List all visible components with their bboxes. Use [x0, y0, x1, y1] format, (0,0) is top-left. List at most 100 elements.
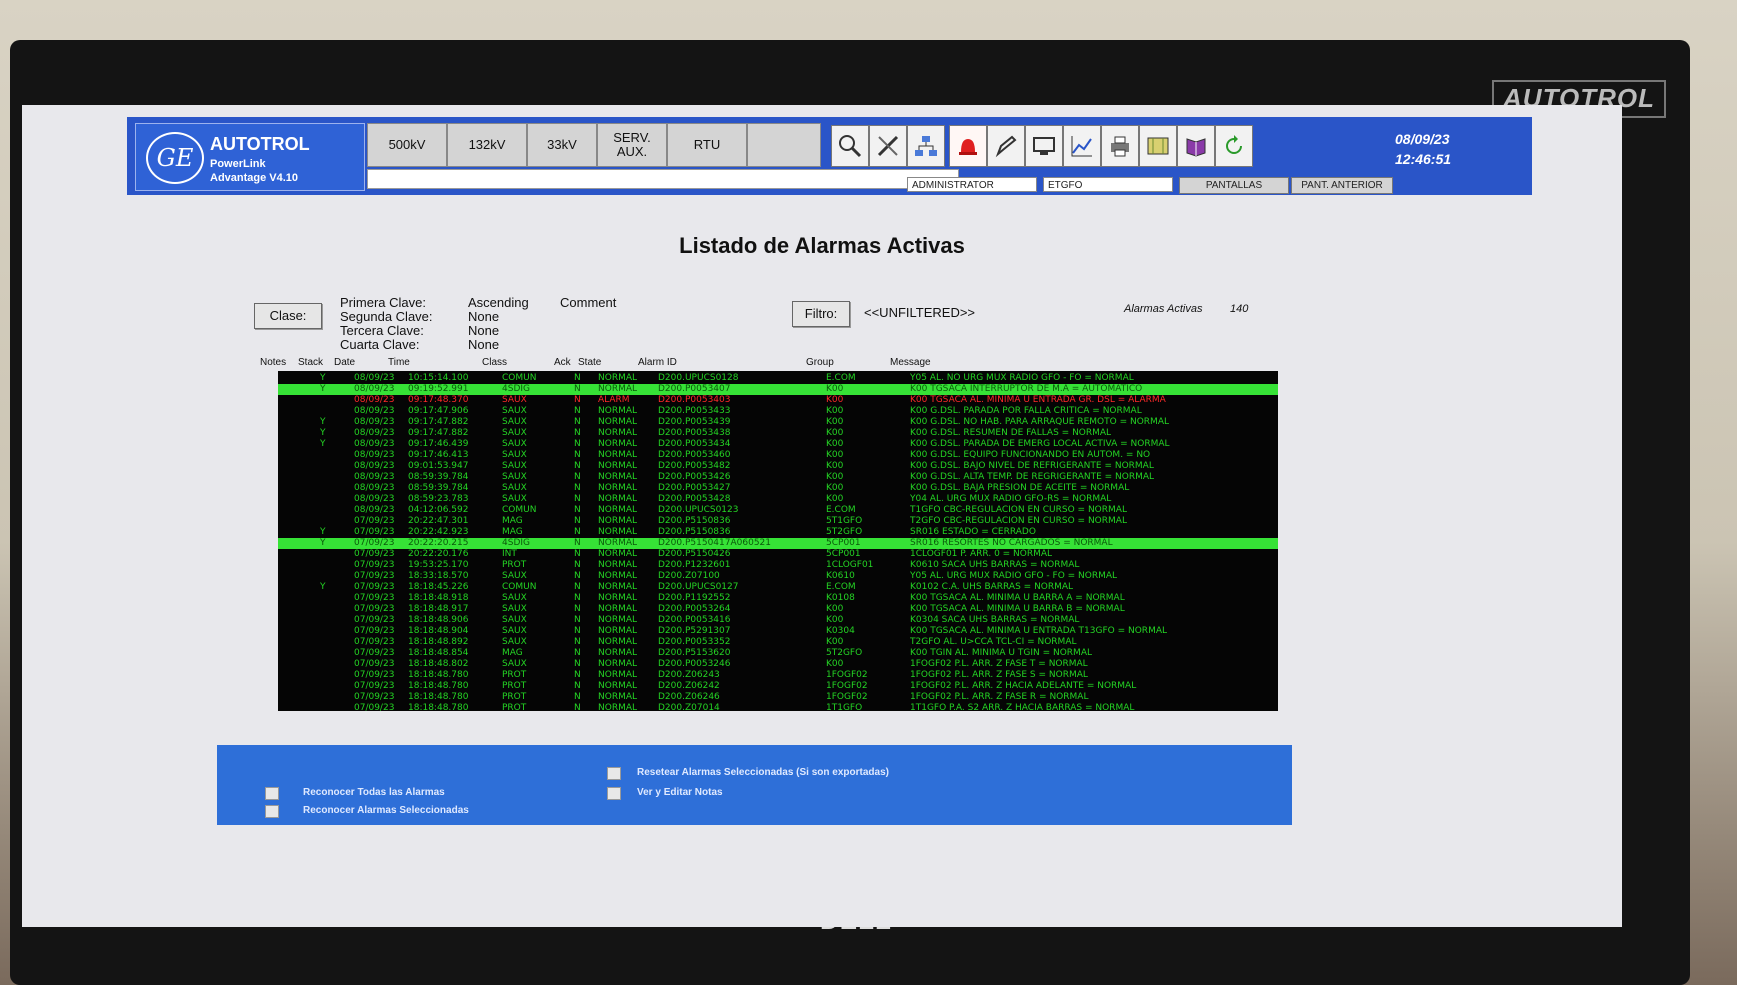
cell-state: NORMAL [598, 582, 638, 592]
col-date[interactable]: Date [334, 357, 355, 371]
previous-screen-button[interactable]: PANT. ANTERIOR [1291, 177, 1393, 194]
cell-alarm-id: D200.P0053403 [658, 395, 731, 405]
reset-selected-label[interactable]: Resetear Alarmas Seleccionadas (Si son e… [637, 767, 889, 778]
cell-alarm-id: D200.P5150417A060521 [658, 538, 771, 548]
table-row[interactable]: 08/09/23 09:17:48.370 SAUX N ALARM D200.P0053… [278, 395, 1278, 406]
cell-date: 07/09/23 [354, 692, 395, 702]
col-message[interactable]: Message [890, 357, 931, 371]
table-row[interactable]: 07/09/23 20:22:47.301 MAG N NORMAL D200.P5150… [278, 516, 1278, 527]
ack-all-label[interactable]: Reconocer Todas las Alarmas [303, 787, 445, 798]
33kv-button[interactable]: 33kV [527, 123, 597, 167]
tool-icon[interactable] [869, 125, 907, 167]
rtu-button[interactable]: RTU [667, 123, 747, 167]
col-time[interactable]: Time [388, 357, 410, 371]
cell-state: NORMAL [598, 692, 638, 702]
cell-class: PROT [502, 692, 527, 702]
alarm-bell-icon[interactable] [949, 125, 987, 167]
cell-group: E.COM [826, 505, 856, 515]
cell-group: 5CP001 [826, 538, 861, 548]
col-ack[interactable]: Ack [554, 357, 571, 371]
cell-time: 18:18:48.780 [408, 670, 469, 680]
table-row[interactable]: Y 08/09/23 09:17:47.882 SAUX N NORMAL D200.P00… [278, 417, 1278, 428]
table-row[interactable]: 07/09/23 18:18:48.917 SAUX N NORMAL D200.P005… [278, 604, 1278, 615]
132kv-button[interactable]: 132kV [447, 123, 527, 167]
cell-date: 07/09/23 [354, 615, 395, 625]
col-alarm-id[interactable]: Alarm ID [638, 357, 677, 371]
table-row[interactable]: 07/09/23 20:22:20.176 INT N NORMAL D200.P5150… [278, 549, 1278, 560]
table-row[interactable]: 07/09/23 18:18:48.904 SAUX N NORMAL D200.P529… [278, 626, 1278, 637]
table-row[interactable]: Y 07/09/23 18:18:45.226 COMUN N NORMAL D200.UP… [278, 582, 1278, 593]
sort-key-1-label: Primera Clave: [340, 295, 426, 310]
alarm-list[interactable]: Y 08/09/23 10:15:14.100 COMUN N NORMAL D200.UP… [278, 371, 1278, 711]
cell-message: 1T1GFO P.A. S2 ARR. Z HACIA BARRAS = NOR… [910, 703, 1135, 711]
table-row[interactable]: 08/09/23 09:01:53.947 SAUX N NORMAL D200.P005… [278, 461, 1278, 472]
reset-selected-checkbox[interactable] [607, 767, 621, 780]
cell-alarm-id: D200.P0053416 [658, 615, 731, 625]
cell-ack: N [574, 417, 581, 427]
book-icon[interactable] [1177, 125, 1215, 167]
cell-time: 08:59:39.784 [408, 483, 469, 493]
header-time: 12:46:51 [1395, 151, 1452, 167]
monitor-icon[interactable] [1025, 125, 1063, 167]
cell-message: K00 G.DSL. ALTA TEMP. DE REGRIGERANTE = … [910, 472, 1155, 482]
table-row[interactable]: Y 08/09/23 09:19:52.991 4SDIG N NORMAL D200.P0… [278, 384, 1278, 395]
table-row[interactable]: 08/09/23 08:59:39.784 SAUX N NORMAL D200.P005… [278, 483, 1278, 494]
cell-time: 18:18:48.892 [408, 637, 469, 647]
table-row[interactable]: 07/09/23 18:18:48.892 SAUX N NORMAL D200.P005… [278, 637, 1278, 648]
map-icon[interactable] [1139, 125, 1177, 167]
col-group[interactable]: Group [806, 357, 834, 371]
cell-group: 5T2GFO [826, 648, 863, 658]
network-icon[interactable] [907, 125, 945, 167]
view-notes-label[interactable]: Ver y Editar Notas [637, 787, 723, 798]
table-row[interactable]: Y 07/09/23 20:22:20.215 4SDIG N NORMAL D200.P5… [278, 538, 1278, 549]
table-row[interactable]: Y 07/09/23 20:22:42.923 MAG N NORMAL D200.P515… [278, 527, 1278, 538]
table-row[interactable]: 08/09/23 09:17:46.413 SAUX N NORMAL D200.P005… [278, 450, 1278, 461]
edit-icon[interactable] [987, 125, 1025, 167]
cell-ack: N [574, 648, 581, 658]
view-notes-checkbox[interactable] [607, 787, 621, 800]
cell-state: NORMAL [598, 560, 638, 570]
ack-selected-checkbox[interactable] [265, 805, 279, 818]
table-row[interactable]: 07/09/23 18:18:48.780 PROT N NORMAL D200.Z070… [278, 703, 1278, 711]
serv-aux-button[interactable]: SERV. AUX. [597, 123, 667, 167]
print-icon[interactable] [1101, 125, 1139, 167]
blank-button[interactable] [747, 123, 821, 167]
cell-message: SR016 ESTADO = CERRADO [910, 527, 1036, 537]
col-stack[interactable]: Stack [298, 357, 323, 371]
table-row[interactable]: 07/09/23 18:18:48.780 PROT N NORMAL D200.Z062… [278, 692, 1278, 703]
table-row[interactable]: 08/09/23 08:59:23.783 SAUX N NORMAL D200.P005… [278, 494, 1278, 505]
ack-selected-label[interactable]: Reconocer Alarmas Seleccionadas [303, 805, 469, 816]
zoom-icon[interactable] [831, 125, 869, 167]
col-notes[interactable]: Notes [260, 357, 286, 371]
cell-class: SAUX [502, 395, 527, 405]
col-class[interactable]: Class [482, 357, 507, 371]
table-row[interactable]: Y 08/09/23 10:15:14.100 COMUN N NORMAL D200.UP… [278, 373, 1278, 384]
clase-button[interactable]: Clase: [254, 303, 322, 329]
screens-button[interactable]: PANTALLAS [1179, 177, 1289, 194]
table-row[interactable]: 07/09/23 18:18:48.780 PROT N NORMAL D200.Z062… [278, 681, 1278, 692]
table-row[interactable]: 07/09/23 18:18:48.918 SAUX N NORMAL D200.P119… [278, 593, 1278, 604]
table-row[interactable]: Y 08/09/23 09:17:46.439 SAUX N NORMAL D200.P00… [278, 439, 1278, 450]
table-row[interactable]: 07/09/23 19:53:25.170 PROT N NORMAL D200.P123… [278, 560, 1278, 571]
table-row[interactable]: 07/09/23 18:18:48.854 MAG N NORMAL D200.P5153… [278, 648, 1278, 659]
table-row[interactable]: Y 08/09/23 09:17:47.882 SAUX N NORMAL D200.P00… [278, 428, 1278, 439]
ack-all-checkbox[interactable] [265, 787, 279, 800]
filter-button[interactable]: Filtro: [792, 301, 850, 327]
table-row[interactable]: 07/09/23 18:18:48.780 PROT N NORMAL D200.Z062… [278, 670, 1278, 681]
table-row[interactable]: 08/09/23 09:17:47.906 SAUX N NORMAL D200.P005… [278, 406, 1278, 417]
col-state[interactable]: State [578, 357, 601, 371]
graph-icon[interactable] [1063, 125, 1101, 167]
cell-ack: N [574, 637, 581, 647]
table-row[interactable]: 08/09/23 04:12:06.592 COMUN N NORMAL D200.UPU… [278, 505, 1278, 516]
refresh-icon[interactable] [1215, 125, 1253, 167]
table-row[interactable]: 07/09/23 18:33:18.570 SAUX N NORMAL D200.Z071… [278, 571, 1278, 582]
cell-ack: N [574, 703, 581, 711]
cell-class: SAUX [502, 450, 527, 460]
table-row[interactable]: 07/09/23 18:18:48.906 SAUX N NORMAL D200.P005… [278, 615, 1278, 626]
500kv-button[interactable]: 500kV [367, 123, 447, 167]
table-row[interactable]: 07/09/23 18:18:48.802 SAUX N NORMAL D200.P005… [278, 659, 1278, 670]
cell-message: K00 G.DSL. EQUIPO FUNCIONANDO EN AUTOM. … [910, 450, 1151, 460]
table-row[interactable]: 08/09/23 08:59:39.784 SAUX N NORMAL D200.P005… [278, 472, 1278, 483]
cell-class: SAUX [502, 483, 527, 493]
cell-group: K00 [826, 637, 844, 647]
